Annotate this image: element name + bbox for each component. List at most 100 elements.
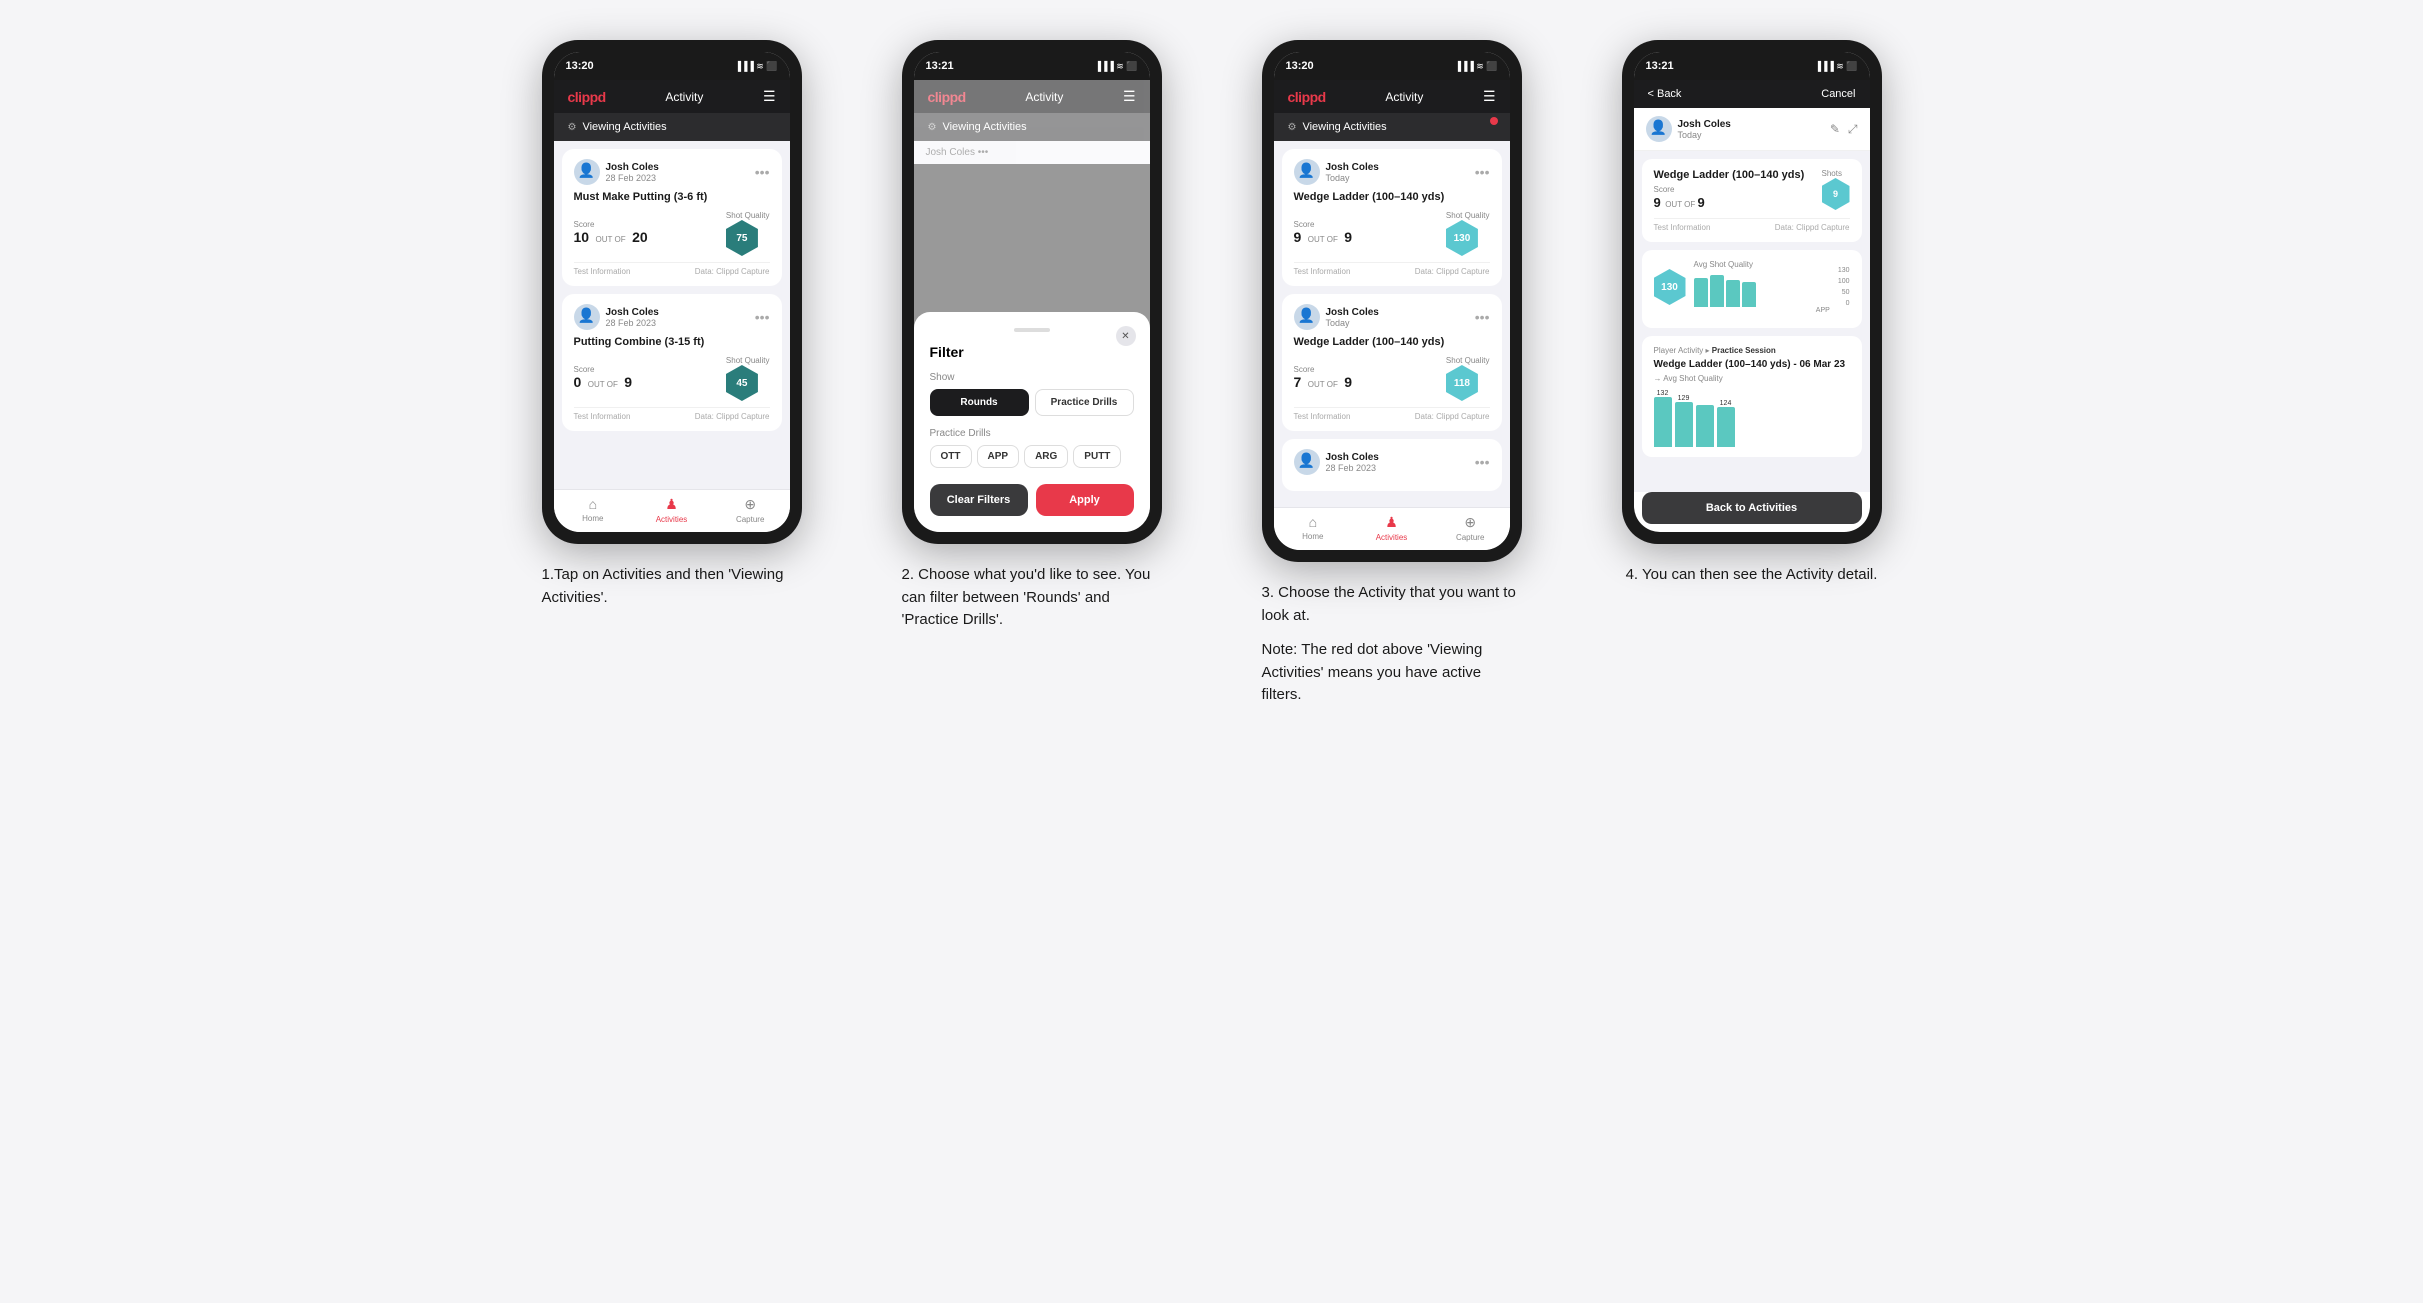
test-info-4: Test Information [1654, 223, 1711, 232]
menu-icon-1[interactable]: ☰ [763, 88, 776, 105]
step-3: 13:20 ▐▐▐ ≋ ⬛ clippd Activity ☰ ⚙ Viewin… [1232, 40, 1552, 707]
time-1: 13:20 [566, 60, 594, 72]
activity-card-2[interactable]: Josh Coles 28 Feb 2023 ••• Putting Combi… [562, 294, 782, 431]
avg-shot-sub-4: → Avg Shot Quality [1654, 374, 1850, 383]
back-to-activities-btn-4[interactable]: Back to Activities [1642, 492, 1862, 524]
data-source-2: Data: Clippd Capture [695, 412, 770, 421]
drill-title-3a: Wedge Ladder (100–140 yds) [1294, 191, 1490, 203]
modal-close-2[interactable]: ✕ [1116, 326, 1136, 346]
page-container: 13:20 ▐▐▐ ≋ ⬛ clippd Activity ☰ ⚙ Viewin… [512, 40, 1912, 707]
caption-4: 4. You can then see the Activity detail. [1626, 564, 1878, 587]
activity-card-3c[interactable]: Josh Coles 28 Feb 2023 ••• [1282, 439, 1502, 491]
user-date-4: Today [1678, 130, 1731, 140]
user-date-2: 28 Feb 2023 [606, 318, 659, 328]
outof-1: OUT OF [596, 235, 626, 244]
status-bar-4: 13:21 ▐▐▐ ≋ ⬛ [1634, 52, 1870, 80]
test-info-3a: Test Information [1294, 267, 1351, 276]
data-capture-4: Data: Clippd Capture [1775, 223, 1850, 232]
filter-icon-3: ⚙ [1288, 122, 1297, 133]
filter-modal-2: ✕ Filter Show Rounds Practice Drills Pra… [914, 312, 1150, 532]
rounds-btn-2[interactable]: Rounds [930, 389, 1029, 416]
time-4: 13:21 [1646, 60, 1674, 72]
shots-col-4: Shots [1822, 169, 1850, 178]
status-icons-4: ▐▐▐ ≋ ⬛ [1815, 61, 1858, 72]
practice-drills-btn-2[interactable]: Practice Drills [1035, 389, 1134, 416]
edit-icon-4[interactable]: ✎ [1830, 122, 1840, 137]
score-label-2: Score [574, 365, 633, 374]
filter-title-2: Filter [930, 344, 1134, 360]
avg-quality-card-4: 130 Avg Shot Quality [1642, 250, 1862, 328]
chip-app[interactable]: APP [977, 445, 1020, 468]
app-logo-3: clippd [1288, 89, 1326, 105]
user-name-4: Josh Coles [1678, 119, 1731, 130]
apply-btn[interactable]: Apply [1036, 484, 1134, 516]
viewing-bar-3[interactable]: ⚙ Viewing Activities [1274, 113, 1510, 141]
outof-3a: OUT OF [1308, 235, 1338, 244]
chip-arg[interactable]: ARG [1024, 445, 1068, 468]
filter-icon-1: ⚙ [568, 122, 577, 133]
more-btn-3b[interactable]: ••• [1475, 309, 1490, 325]
step-4: 13:21 ▐▐▐ ≋ ⬛ < Back Cancel Josh Coles T… [1592, 40, 1912, 707]
quality-hex-4: 9 [1822, 178, 1850, 210]
capture-icon-3: ⊕ [1464, 514, 1476, 531]
viewing-label-3: Viewing Activities [1302, 121, 1386, 133]
quality-hex-2: 45 [726, 365, 758, 401]
more-btn-2[interactable]: ••• [755, 309, 770, 325]
data-source-1: Data: Clippd Capture [695, 267, 770, 276]
chip-ott[interactable]: OTT [930, 445, 972, 468]
test-info-1: Test Information [574, 267, 631, 276]
practice-session-card-4: Player Activity ▸ Practice Session Wedge… [1642, 336, 1862, 457]
status-bar-1: 13:20 ▐▐▐ ≋ ⬛ [554, 52, 790, 80]
drill-title-2: Putting Combine (3-15 ft) [574, 336, 770, 348]
status-icons-1: ▐▐▐ ≋ ⬛ [735, 61, 778, 72]
score-val-4: 9 [1654, 195, 1661, 210]
home-icon-3: ⌂ [1309, 514, 1317, 530]
outof-3b: OUT OF [1308, 380, 1338, 389]
back-btn-4[interactable]: < Back [1648, 88, 1682, 100]
more-btn-3a[interactable]: ••• [1475, 164, 1490, 180]
phone-4: 13:21 ▐▐▐ ≋ ⬛ < Back Cancel Josh Coles T… [1622, 40, 1882, 544]
caption-note-3: Note: The red dot above 'Viewing Activit… [1262, 639, 1522, 707]
nav-home-3[interactable]: ⌂ Home [1274, 514, 1353, 542]
more-btn-3c[interactable]: ••• [1475, 454, 1490, 470]
viewing-bar-2: ⚙ Viewing Activities [914, 113, 1150, 141]
practice-header-4: Wedge Ladder (100–140 yds) - 06 Mar 23 [1654, 359, 1850, 370]
app-title-1: Activity [665, 90, 703, 104]
expand-icon-4[interactable]: ⤢ [1848, 122, 1858, 137]
score-3a: 9 [1294, 229, 1302, 245]
nav-activities-1[interactable]: ♟ Activities [632, 496, 711, 524]
shots-val-4: 9 [1697, 195, 1704, 210]
cancel-btn-4[interactable]: Cancel [1821, 88, 1855, 100]
app-logo-2: clippd [928, 89, 966, 105]
menu-icon-2: ☰ [1123, 88, 1136, 105]
time-2: 13:21 [926, 60, 954, 72]
clear-filters-btn[interactable]: Clear Filters [930, 484, 1028, 516]
nav-capture-3[interactable]: ⊕ Capture [1431, 514, 1510, 542]
quality-label-1: Shot Quality [726, 211, 770, 220]
status-icons-2: ▐▐▐ ≋ ⬛ [1095, 61, 1138, 72]
detail-header-4: < Back Cancel [1634, 80, 1870, 108]
user-name-3c: Josh Coles [1326, 452, 1379, 463]
app-title-3: Activity [1385, 90, 1423, 104]
viewing-bar-1[interactable]: ⚙ Viewing Activities [554, 113, 790, 141]
bottom-nav-3: ⌂ Home ♟ Activities ⊕ Capture [1274, 507, 1510, 550]
chart-y-axis-4: 130 100 50 0 [1838, 267, 1850, 307]
step-2: 13:21 ▐▐▐ ≋ ⬛ clippd Activity ☰ ⚙ Viewin… [872, 40, 1192, 707]
caption-3: 3. Choose the Activity that you want to … [1262, 582, 1522, 707]
nav-activities-3[interactable]: ♟ Activities [1352, 514, 1431, 542]
nav-capture-1[interactable]: ⊕ Capture [711, 496, 790, 524]
more-btn-1[interactable]: ••• [755, 164, 770, 180]
nav-home-1[interactable]: ⌂ Home [554, 496, 633, 524]
shots-3a: 9 [1344, 229, 1352, 245]
data-source-3a: Data: Clippd Capture [1415, 267, 1490, 276]
drill-title-1: Must Make Putting (3-6 ft) [574, 191, 770, 203]
activity-card-3b[interactable]: Josh Coles Today ••• Wedge Ladder (100–1… [1282, 294, 1502, 431]
activity-card-1[interactable]: Josh Coles 28 Feb 2023 ••• Must Make Put… [562, 149, 782, 286]
detail-actions-4: ✎ ⤢ [1830, 122, 1858, 137]
chip-putt[interactable]: PUTT [1073, 445, 1121, 468]
detail-user-row-4: Josh Coles Today ✎ ⤢ [1634, 108, 1870, 151]
user-name-2: Josh Coles [606, 307, 659, 318]
menu-icon-3[interactable]: ☰ [1483, 88, 1496, 105]
avatar-3b [1294, 304, 1320, 330]
activity-card-3a[interactable]: Josh Coles Today ••• Wedge Ladder (100–1… [1282, 149, 1502, 286]
